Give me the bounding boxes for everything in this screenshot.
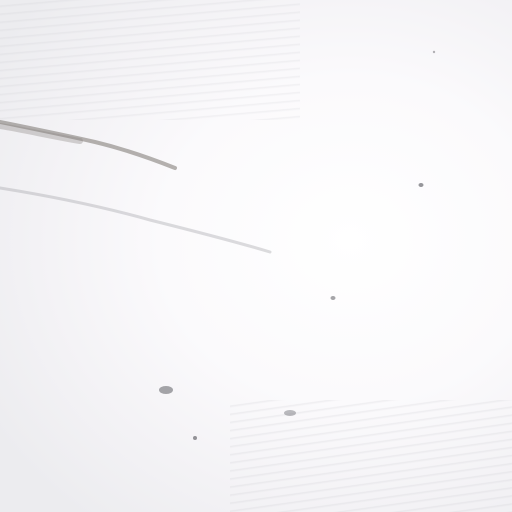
speck-6 (432, 50, 436, 54)
speck-2 (330, 296, 336, 300)
speck-5 (193, 436, 197, 440)
smudge-line-lower (0, 186, 272, 254)
surface-marks (0, 50, 436, 440)
speck-1 (418, 183, 424, 187)
speck-3 (159, 386, 173, 394)
speck-4 (284, 410, 296, 416)
photo-surface (0, 0, 512, 512)
